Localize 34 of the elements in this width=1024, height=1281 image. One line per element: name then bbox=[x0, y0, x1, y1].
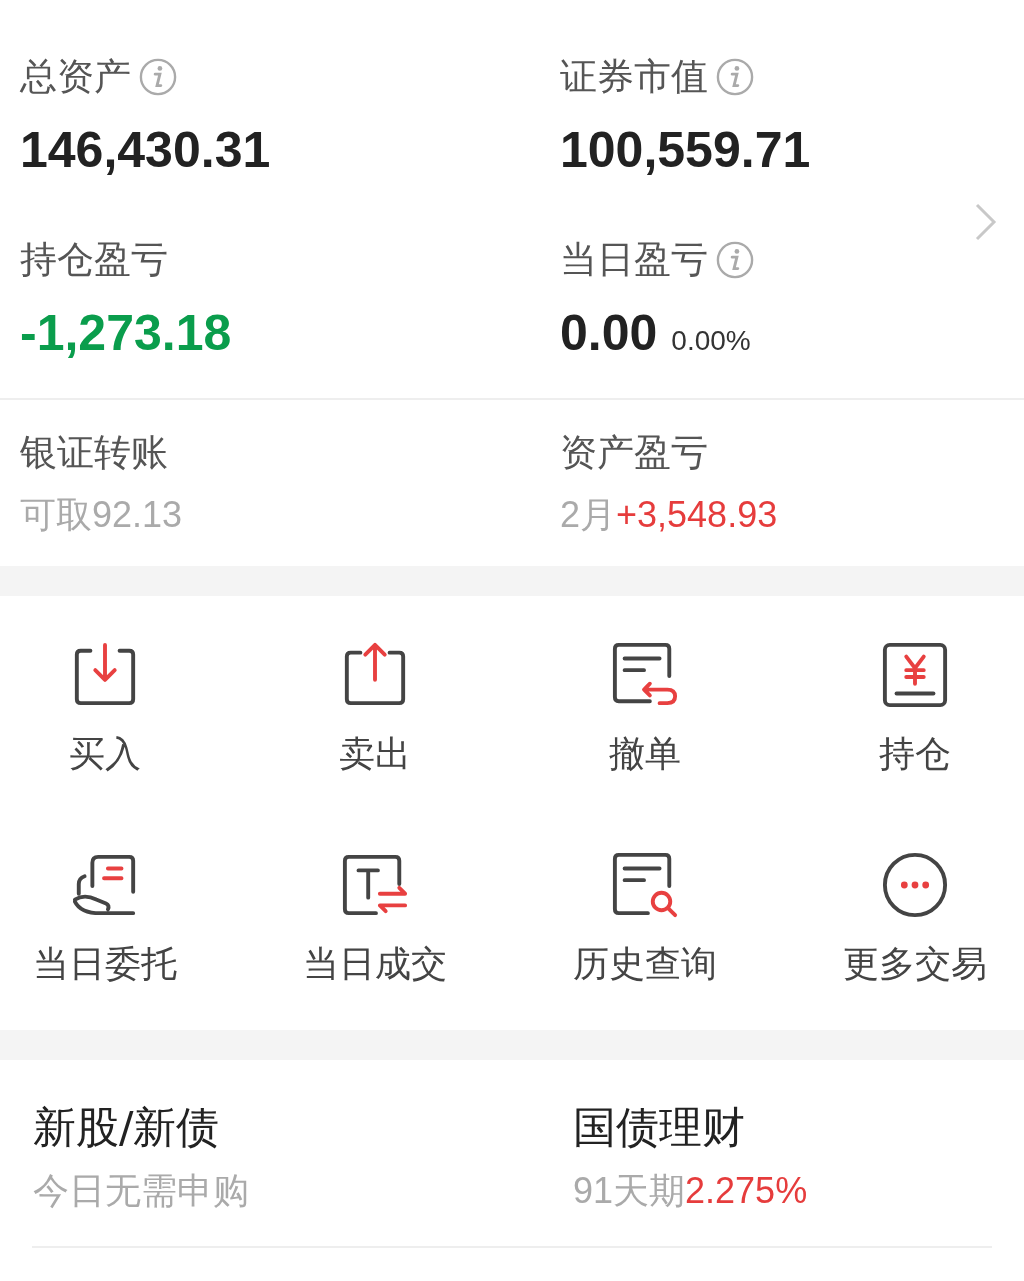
action-button[interactable]: 卖出 bbox=[270, 596, 480, 806]
action-button[interactable]: 当日委托 bbox=[0, 806, 210, 1016]
info-icon[interactable] bbox=[716, 241, 754, 279]
link-subtitle: 2月 bbox=[560, 494, 617, 535]
action-button[interactable]: 当日成交 bbox=[270, 806, 480, 1016]
stat-label: 证券市值 bbox=[560, 54, 708, 100]
product-subtitle: 2.275% bbox=[685, 1170, 808, 1211]
product-title[interactable]: 新股/新债 bbox=[33, 1098, 220, 1156]
action-button[interactable]: 撤单 bbox=[540, 596, 750, 806]
more-icon bbox=[881, 851, 949, 919]
stat-value: -1,273.18 bbox=[20, 304, 232, 363]
link-subtitle: +3,548.93 bbox=[616, 494, 778, 535]
stat-value: 0.00 bbox=[560, 304, 658, 363]
product-subtitle: 今日无需申购 bbox=[33, 1170, 249, 1211]
stat-label: 当日盈亏 bbox=[560, 237, 708, 283]
stat-label: 持仓盈亏 bbox=[20, 237, 168, 283]
action-button[interactable]: 历史查询 bbox=[540, 806, 750, 1016]
product-subtitle: 91天期 bbox=[573, 1170, 686, 1211]
document-search-icon bbox=[611, 851, 679, 919]
action-button[interactable]: 买入 bbox=[0, 596, 210, 806]
stat-value: 100,559.71 bbox=[560, 121, 811, 180]
link-title[interactable]: 资产盈亏 bbox=[560, 428, 708, 478]
stat-percent: 0.00% bbox=[671, 325, 751, 357]
yen-document-icon bbox=[881, 641, 949, 709]
stat-value: 146,430.31 bbox=[20, 121, 271, 180]
action-button[interactable]: 持仓 bbox=[810, 596, 1020, 806]
info-icon[interactable] bbox=[139, 58, 177, 96]
info-icon[interactable] bbox=[716, 58, 754, 96]
stat-label: 总资产 bbox=[20, 54, 131, 100]
product-title[interactable]: 国债理财 bbox=[573, 1098, 745, 1156]
link-subtitle: 可取92.13 bbox=[20, 494, 183, 535]
action-button[interactable]: 更多交易 bbox=[810, 806, 1020, 1016]
link-title[interactable]: 银证转账 bbox=[20, 428, 168, 478]
chevron-right-icon[interactable] bbox=[974, 202, 998, 242]
